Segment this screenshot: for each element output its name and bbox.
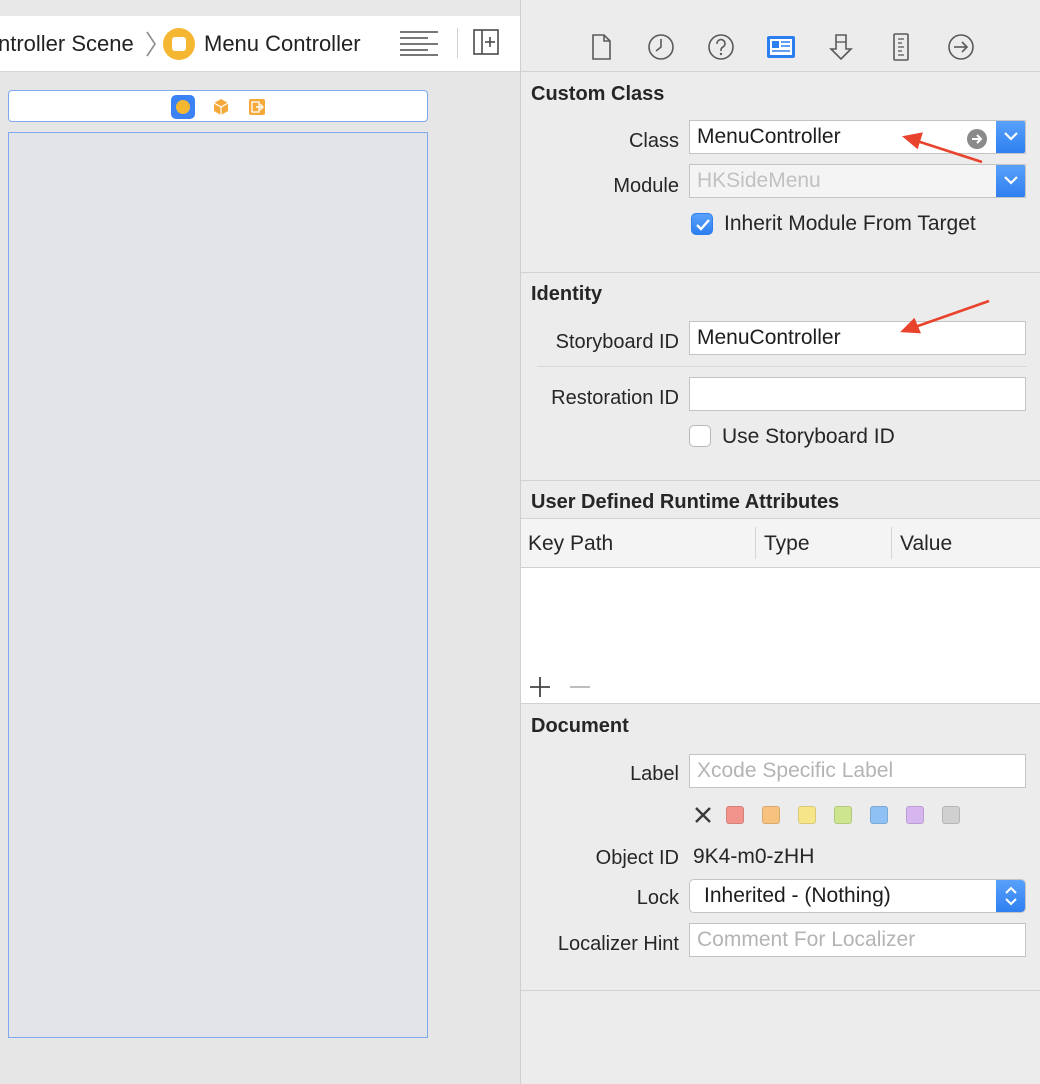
- doc-label-label: Label: [630, 763, 679, 785]
- storyboard-id-field[interactable]: MenuController: [689, 321, 1026, 355]
- go-to-class-icon[interactable]: [967, 129, 987, 149]
- clear-label-color-icon[interactable]: [693, 805, 713, 825]
- first-responder-cube-icon[interactable]: [211, 97, 231, 117]
- doc-label-field[interactable]: Xcode Specific Label: [689, 754, 1026, 788]
- custom-class-title: Custom Class: [531, 83, 665, 105]
- quick-help-icon[interactable]: [706, 32, 736, 62]
- section-divider: [521, 272, 1040, 273]
- connections-inspector-icon[interactable]: [946, 32, 976, 62]
- column-type[interactable]: Type: [764, 532, 810, 556]
- attributes-inspector-icon[interactable]: [826, 32, 856, 62]
- module-combobox[interactable]: HKSideMenu: [689, 164, 1026, 198]
- localizer-hint-label: Localizer Hint: [557, 933, 679, 955]
- breadcrumb-menu-controller[interactable]: Menu Controller: [204, 31, 361, 57]
- inherit-module-checkbox[interactable]: [691, 213, 713, 235]
- document-title: Document: [531, 715, 629, 737]
- label-color-green-swatch[interactable]: [834, 806, 852, 824]
- history-inspector-icon[interactable]: [646, 32, 676, 62]
- identity-inspector: Custom Class Class MenuController Module…: [520, 0, 1040, 1084]
- lock-select[interactable]: Inherited - (Nothing): [689, 879, 1026, 913]
- class-label: Class: [628, 130, 679, 152]
- add-editor-icon[interactable]: [473, 29, 499, 55]
- identity-inspector-icon[interactable]: [766, 32, 796, 62]
- lock-value: Inherited - (Nothing): [704, 884, 891, 907]
- view-controller-icon[interactable]: [171, 95, 195, 119]
- module-dropdown-button[interactable]: [996, 165, 1025, 197]
- column-value[interactable]: Value: [900, 532, 952, 556]
- label-color-red-swatch[interactable]: [726, 806, 744, 824]
- exit-icon[interactable]: [247, 97, 267, 117]
- inspector-tabs: [521, 16, 1040, 72]
- runtime-attributes-table[interactable]: [521, 568, 1040, 704]
- remove-attribute-icon[interactable]: [569, 676, 591, 698]
- use-storyboard-id-checkbox[interactable]: [689, 425, 711, 447]
- runtime-attributes-title: User Defined Runtime Attributes: [531, 491, 840, 513]
- identity-title: Identity: [531, 283, 603, 305]
- breadcrumb-chevron-icon: [146, 31, 156, 57]
- object-id-value: 9K4-m0-zHH: [693, 845, 815, 868]
- breadcrumb-scene[interactable]: ntroller Scene: [0, 31, 134, 57]
- restoration-id-label: Restoration ID: [551, 387, 679, 409]
- class-dropdown-button[interactable]: [996, 121, 1025, 153]
- menu-controller-view[interactable]: [8, 132, 428, 1038]
- toolbar-strip: [521, 0, 1040, 16]
- add-attribute-icon[interactable]: [529, 676, 551, 698]
- lock-select-stepper[interactable]: [996, 880, 1025, 912]
- label-color-gray-swatch[interactable]: [942, 806, 960, 824]
- scene-dock: [8, 90, 428, 122]
- module-label: Module: [613, 175, 679, 197]
- class-value: MenuController: [697, 125, 841, 148]
- related-items-icon[interactable]: [400, 30, 438, 56]
- label-color-yellow-swatch[interactable]: [798, 806, 816, 824]
- class-combobox[interactable]: MenuController: [689, 120, 1026, 154]
- file-inspector-icon[interactable]: [586, 32, 616, 62]
- label-color-purple-swatch[interactable]: [906, 806, 924, 824]
- lock-label: Lock: [636, 887, 679, 909]
- column-divider[interactable]: [755, 527, 756, 559]
- storyboard-id-label: Storyboard ID: [555, 331, 679, 353]
- toolbar-strip: [0, 0, 520, 16]
- view-controller-icon: [163, 28, 195, 60]
- column-key-path[interactable]: Key Path: [528, 532, 613, 556]
- use-storyboard-id-label[interactable]: Use Storyboard ID: [722, 425, 895, 449]
- localizer-hint-field[interactable]: Comment For Localizer: [689, 923, 1026, 957]
- object-id-label: Object ID: [595, 847, 679, 869]
- section-divider: [521, 990, 1040, 991]
- module-placeholder: HKSideMenu: [697, 169, 821, 192]
- column-divider[interactable]: [891, 527, 892, 559]
- size-inspector-icon[interactable]: [886, 32, 916, 62]
- label-color-blue-swatch[interactable]: [870, 806, 888, 824]
- storyboard-editor: ntroller Scene Menu Controller: [0, 0, 520, 1084]
- jump-bar: ntroller Scene Menu Controller: [0, 16, 520, 72]
- jump-bar-divider: [457, 28, 458, 58]
- inherit-module-label[interactable]: Inherit Module From Target: [724, 212, 976, 236]
- row-divider: [537, 366, 1027, 367]
- runtime-attributes-header: Key Path Type Value: [521, 518, 1040, 568]
- restoration-id-field[interactable]: [689, 377, 1026, 411]
- section-divider: [521, 480, 1040, 481]
- label-color-orange-swatch[interactable]: [762, 806, 780, 824]
